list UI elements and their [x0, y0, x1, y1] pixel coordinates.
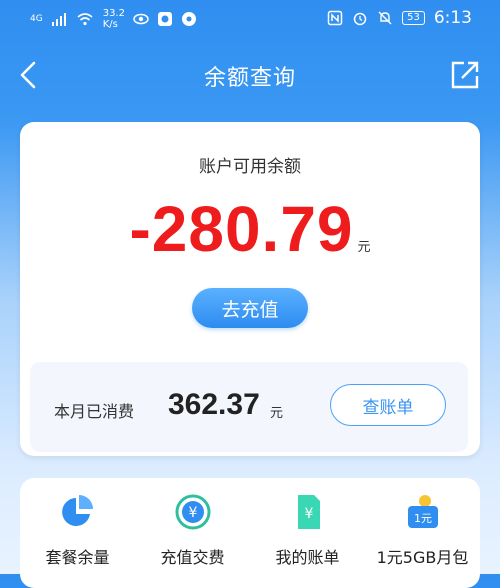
bill-icon: ¥: [297, 495, 320, 529]
recharge-button[interactable]: 去充值: [192, 288, 308, 328]
svg-text:1元: 1元: [414, 512, 432, 525]
mute-bell-icon: [378, 11, 392, 25]
balance-value: -280.79 元: [20, 192, 480, 266]
share-icon[interactable]: [448, 58, 482, 92]
status-bar: 4G 33.2 K/s 53 6:13: [0, 0, 500, 40]
month-spend-unit: 元: [270, 406, 284, 421]
month-spend-panel: 本月已消费 362.37 元 查账单: [30, 362, 468, 452]
service-data-pack[interactable]: 1元 1元5GB月包: [365, 492, 480, 568]
nav-bar: 余额查询: [0, 50, 500, 100]
data-pack-icon: 1元: [407, 495, 438, 528]
service-my-bill[interactable]: ¥ 我的账单: [250, 492, 365, 568]
speed-value: 33.2: [102, 8, 125, 19]
settings-notification-icon: [181, 12, 196, 26]
balance-card: 账户可用余额 -280.79 元 去充值 本月已消费 362.37 元 查账单: [20, 122, 480, 456]
service-package-balance[interactable]: 套餐余量: [20, 492, 135, 568]
balance-amount: -280.79: [129, 193, 354, 265]
service-label: 充值交费: [160, 548, 225, 567]
status-left: 4G 33.2 K/s: [30, 8, 197, 30]
page-title: 余额查询: [203, 66, 296, 91]
status-right: 53 6:13: [327, 8, 472, 28]
service-label: 套餐余量: [45, 548, 110, 567]
network-speed: 33.2 K/s: [103, 8, 125, 30]
balance-unit: 元: [357, 240, 371, 255]
service-label: 我的账单: [275, 548, 340, 567]
speed-unit: K/s: [102, 19, 118, 30]
battery-level: 53: [402, 11, 425, 25]
app-notification-icon: [157, 12, 172, 26]
signal-icon: [51, 13, 66, 26]
nfc-icon: [327, 10, 343, 26]
month-spend-amount: 362.37: [168, 388, 260, 421]
svg-text:¥: ¥: [188, 505, 197, 521]
service-recharge[interactable]: ¥ 充值交费: [135, 492, 250, 568]
alarm-icon: [353, 12, 367, 26]
svg-text:¥: ¥: [304, 506, 313, 522]
yen-refresh-icon: ¥: [175, 494, 210, 530]
pie-chart-icon: [61, 495, 93, 526]
service-label: 1元5GB月包: [376, 548, 469, 567]
services-card: 套餐余量 ¥ 充值交费 ¥ 我的账单 1元 1元5GB月包: [20, 478, 480, 588]
balance-label: 账户可用余额: [199, 157, 301, 177]
network-label: 4G: [30, 14, 43, 24]
wifi-icon: [77, 13, 93, 26]
month-spend-label: 本月已消费: [54, 402, 135, 421]
eye-icon: [133, 13, 149, 25]
clock: 6:13: [433, 8, 472, 28]
view-bill-button[interactable]: 查账单: [330, 384, 446, 426]
